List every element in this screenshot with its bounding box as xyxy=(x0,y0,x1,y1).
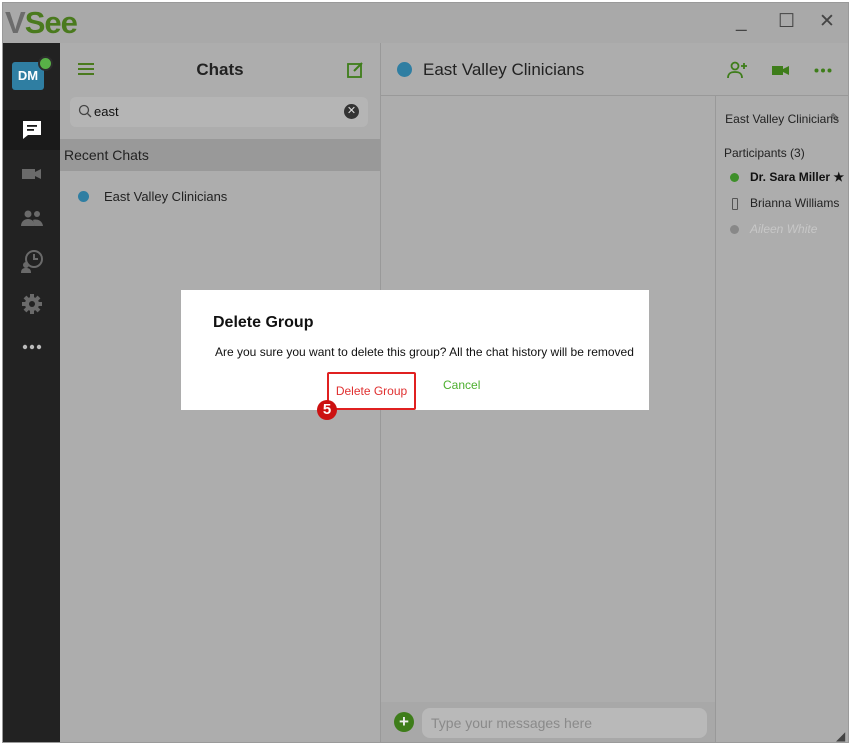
recent-chats-header: Recent Chats xyxy=(60,139,380,171)
nav-history[interactable] xyxy=(3,241,60,281)
participant-item[interactable]: Brianna Williams xyxy=(728,194,848,214)
search-field[interactable]: east ✕ xyxy=(70,97,368,127)
nav-more[interactable] xyxy=(3,327,60,367)
vsee-logo: VSee xyxy=(5,5,78,40)
participant-item[interactable]: Dr. Sara Miller ★ xyxy=(728,168,848,188)
chats-header: Chats xyxy=(60,43,380,95)
dialog-title: Delete Group xyxy=(213,314,314,331)
nav-contacts[interactable] xyxy=(3,198,60,238)
more-horizontal-icon xyxy=(22,344,41,350)
conversation-title: East Valley Clinicians xyxy=(423,60,585,79)
step-marker: 5 xyxy=(317,400,337,420)
status-dot-icon xyxy=(730,173,739,182)
search-icon xyxy=(78,104,92,118)
search-input[interactable]: east xyxy=(94,104,119,119)
title-bar: VSee _ ☐ ✕ xyxy=(3,3,848,43)
group-chat-icon xyxy=(78,191,89,202)
more-options-icon[interactable] xyxy=(814,68,832,73)
message-composer: + Type your messages here xyxy=(381,702,716,742)
participant-item[interactable]: Aileen White xyxy=(728,220,848,240)
status-dot-icon xyxy=(730,225,739,234)
history-icon xyxy=(20,250,43,273)
cancel-button[interactable]: Cancel xyxy=(443,378,480,392)
nav-chats[interactable] xyxy=(3,110,60,150)
nav-video[interactable] xyxy=(3,154,60,194)
add-attachment-icon[interactable]: + xyxy=(394,712,414,732)
delete-group-button[interactable]: Delete Group xyxy=(327,372,416,410)
navigation-rail: DM xyxy=(3,43,60,742)
dialog-message: Are you sure you want to delete this gro… xyxy=(215,345,634,359)
edit-pencil-icon[interactable]: ✎ xyxy=(830,111,840,125)
chat-icon xyxy=(22,121,41,139)
video-camera-icon xyxy=(21,169,41,179)
gear-icon xyxy=(21,294,42,314)
delete-group-dialog: Delete Group Are you sure you want to de… xyxy=(181,290,649,410)
maximize-button[interactable]: ☐ xyxy=(778,11,795,33)
close-button[interactable]: ✕ xyxy=(819,11,835,33)
compose-icon[interactable] xyxy=(347,61,364,78)
chats-title: Chats xyxy=(196,60,244,79)
conversation-actions xyxy=(715,43,848,96)
contacts-icon xyxy=(20,210,43,226)
video-call-icon[interactable] xyxy=(772,65,790,76)
chat-list-item[interactable]: East Valley Clinicians xyxy=(60,183,380,213)
group-icon xyxy=(397,62,412,77)
mobile-device-icon xyxy=(732,198,738,210)
add-participant-icon[interactable] xyxy=(727,61,749,79)
presence-indicator xyxy=(38,56,53,71)
participants-label: Participants (3) xyxy=(724,146,805,160)
minimize-button[interactable]: _ xyxy=(736,11,747,33)
nav-settings[interactable] xyxy=(3,284,60,324)
chat-item-name: East Valley Clinicians xyxy=(104,189,228,204)
clear-search-icon[interactable]: ✕ xyxy=(344,104,359,119)
resize-grip-icon[interactable]: ◢ xyxy=(836,729,845,742)
group-details-panel: East Valley Clinicians ✎ Participants (3… xyxy=(715,96,848,742)
message-input[interactable]: Type your messages here xyxy=(422,708,707,738)
group-name: East Valley Clinicians xyxy=(725,112,839,126)
